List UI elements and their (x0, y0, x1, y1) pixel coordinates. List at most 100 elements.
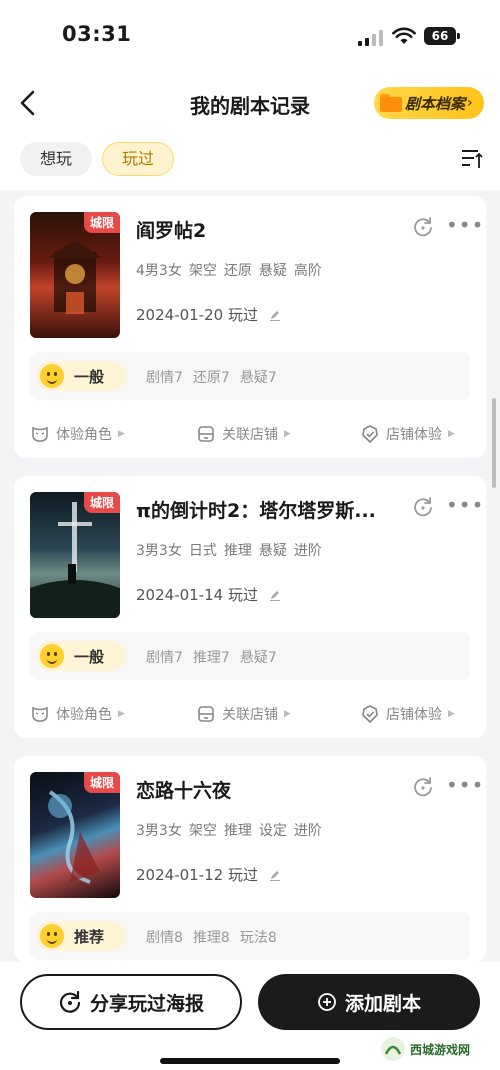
score-item: 悬疑7 (239, 370, 277, 386)
check-badge-icon (362, 705, 378, 723)
played-date-text: 2024-01-20 玩过 (136, 306, 258, 324)
script-meta: 3男3女 架空 推理 设定 进阶 (136, 820, 329, 840)
battery-indicator: 66 (424, 27, 460, 45)
plus-circle-icon (318, 993, 336, 1011)
script-title[interactable]: 恋路十六夜 (136, 776, 396, 803)
score-item: 推理7 (192, 650, 230, 666)
script-cover-image[interactable]: 城限 (30, 772, 120, 898)
status-time: 03:31 (62, 22, 132, 46)
linked-shop-label: 关联店铺 (222, 707, 278, 723)
meta-tag: 悬疑 (258, 543, 287, 559)
score-list: 剧情7 推理7 悬疑7 (146, 647, 287, 667)
home-indicator (160, 1058, 340, 1064)
meta-tag: 推理 (223, 823, 252, 839)
replay-icon[interactable] (412, 496, 434, 518)
meta-tag: 3男3女 (136, 823, 182, 839)
experience-role-button[interactable]: 体验角色 ▶ (30, 424, 125, 444)
script-cover-image[interactable]: 城限 (30, 492, 120, 618)
played-date[interactable]: 2024-01-20 玩过 (136, 304, 281, 325)
rating-row: 一般 剧情7 推理7 悬疑7 (30, 632, 470, 680)
script-meta: 4男3女 架空 还原 悬疑 高阶 (136, 260, 329, 280)
edit-pencil-icon[interactable] (269, 589, 281, 601)
score-item: 剧情7 (146, 370, 183, 386)
rating-label: 一般 (74, 367, 105, 386)
score-item: 剧情8 (146, 930, 183, 946)
share-refresh-icon (59, 990, 81, 1013)
more-options-icon[interactable]: ••• (446, 775, 483, 798)
experience-role-button[interactable]: 体验角色 ▶ (30, 704, 125, 724)
shop-experience-label: 店铺体验 (386, 707, 442, 723)
scrollbar[interactable] (492, 398, 496, 488)
replay-icon[interactable] (412, 776, 434, 798)
share-poster-button[interactable]: 分享玩过海报 (20, 974, 242, 1030)
meta-tag: 还原 (223, 263, 252, 279)
edit-pencil-icon[interactable] (269, 309, 281, 321)
shop-experience-button[interactable]: 店铺体验 ▶ (360, 704, 455, 724)
share-poster-label: 分享玩过海报 (89, 992, 204, 1015)
card-actions: 体验角色 ▶ 关联店铺 ▶ 店铺体验 ▶ (30, 420, 470, 450)
played-date-text: 2024-01-12 玩过 (136, 866, 258, 884)
meta-tag: 3男3女 (136, 543, 182, 559)
tab-want-to-play[interactable]: 想玩 (20, 142, 92, 176)
linked-shop-button[interactable]: 关联店铺 ▶ (196, 424, 291, 444)
triangle-right-icon: ▶ (448, 429, 455, 439)
score-item: 推理8 (192, 930, 230, 946)
shop-experience-button[interactable]: 店铺体验 ▶ (360, 424, 455, 444)
triangle-right-icon: ▶ (118, 429, 125, 439)
smile-face-icon (40, 644, 64, 668)
site-watermark: 西城游戏网 (380, 1034, 490, 1064)
meta-tag: 设定 (258, 823, 287, 839)
meta-tag: 推理 (223, 543, 252, 559)
add-script-button[interactable]: 添加剧本 (258, 974, 480, 1030)
script-archive-button[interactable]: 剧本档案 › (374, 87, 484, 119)
card-actions: 体验角色 ▶ 关联店铺 ▶ 店铺体验 ▶ (30, 700, 470, 730)
score-item: 剧情7 (146, 650, 183, 666)
nav-bar: 我的剧本记录 剧本档案 › (0, 72, 500, 134)
score-item: 玩法8 (239, 930, 277, 946)
status-bar: 03:31 66 (0, 0, 500, 72)
triangle-right-icon: ▶ (448, 709, 455, 719)
rating-label: 一般 (74, 647, 105, 666)
edit-pencil-icon[interactable] (269, 869, 281, 881)
meta-tag: 悬疑 (258, 263, 287, 279)
shop-icon (198, 706, 214, 722)
shop-icon (198, 426, 214, 442)
meta-tag: 进阶 (293, 543, 322, 559)
replay-icon[interactable] (412, 216, 434, 238)
score-item: 还原7 (192, 370, 230, 386)
rating-badge: 一般 (36, 641, 126, 671)
linked-shop-button[interactable]: 关联店铺 ▶ (196, 704, 291, 724)
script-cover-image[interactable]: 城限 (30, 212, 120, 338)
meta-tag: 进阶 (293, 823, 322, 839)
watermark-text: 西城游戏网 (410, 1042, 471, 1057)
check-badge-icon (362, 425, 378, 443)
played-date-text: 2024-01-14 玩过 (136, 586, 258, 604)
meta-tag: 架空 (188, 823, 217, 839)
watermark-logo-icon (381, 1037, 405, 1061)
sort-icon[interactable] (460, 148, 484, 170)
experience-role-label: 体验角色 (56, 707, 112, 723)
add-script-label: 添加剧本 (344, 992, 421, 1015)
triangle-right-icon: ▶ (284, 429, 291, 439)
triangle-right-icon: ▶ (118, 709, 125, 719)
meta-tag: 4男3女 (136, 263, 182, 279)
script-title[interactable]: 阎罗帖2 (136, 216, 396, 243)
chevron-right-icon: › (467, 95, 473, 111)
more-options-icon[interactable]: ••• (446, 495, 483, 518)
experience-role-label: 体验角色 (56, 427, 112, 443)
filter-tabs: 想玩 玩过 (0, 134, 500, 190)
script-title[interactable]: π的倒计时2：塔尔塔罗斯... (136, 496, 396, 523)
cellular-signal-icon (358, 30, 383, 46)
more-options-icon[interactable]: ••• (446, 215, 483, 238)
wifi-icon (392, 27, 416, 44)
rating-badge: 一般 (36, 361, 126, 391)
script-card[interactable]: 城限 π的倒计时2：塔尔塔罗斯... ••• 3男3女 日式 推理 悬疑 进阶 2024… (14, 476, 486, 738)
meta-tag: 架空 (188, 263, 217, 279)
tab-played[interactable]: 玩过 (102, 142, 174, 176)
played-date[interactable]: 2024-01-14 玩过 (136, 584, 281, 605)
played-date[interactable]: 2024-01-12 玩过 (136, 864, 281, 885)
rating-row: 一般 剧情7 还原7 悬疑7 (30, 352, 470, 400)
city-limited-badge: 城限 (83, 772, 120, 793)
script-card[interactable]: 城限 阎罗帖2 ••• 4男3女 架空 还原 悬疑 高阶 2024-01-20 玩过 一… (14, 196, 486, 458)
script-card[interactable]: 城限 恋路十六夜 ••• 3男3女 架空 推理 设定 进阶 2024-01-12 玩过 … (14, 756, 486, 962)
